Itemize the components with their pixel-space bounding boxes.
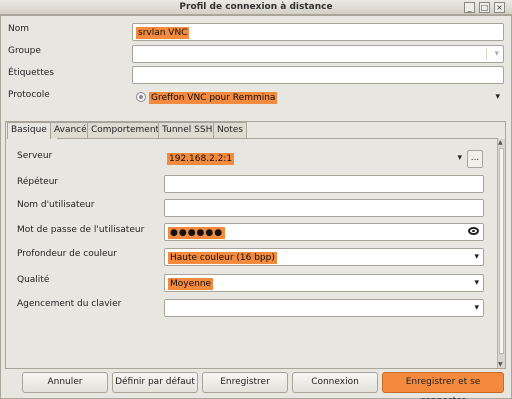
agencement-combo[interactable]: ▾: [164, 299, 484, 317]
protocole-combo[interactable]: Greffon VNC pour Remmina ▾: [132, 89, 504, 107]
combo-separator: [486, 48, 487, 60]
serveur-value: 192.168.2.2:1: [167, 153, 235, 165]
scroll-up-icon[interactable]: ▲: [498, 139, 503, 146]
chevron-down-icon[interactable]: ▾: [474, 303, 479, 313]
window-title: Profil de connexion à distance: [179, 2, 333, 12]
agencement-label: Agencement du clavier: [17, 299, 122, 309]
serveur-label: Serveur: [17, 151, 53, 161]
scroll-down-icon[interactable]: ▼: [498, 361, 503, 368]
mot-de-passe-label: Mot de passe de l'utilisateur: [17, 225, 145, 235]
nom-utilisateur-label: Nom d'utilisateur: [17, 200, 95, 210]
groupe-combo[interactable]: ▾: [132, 45, 504, 63]
browse-button[interactable]: ...: [467, 150, 483, 168]
qualite-combo[interactable]: Moyenne ▾: [164, 274, 484, 292]
chevron-down-icon[interactable]: ▾: [474, 252, 479, 262]
scrollbar[interactable]: ▲ ▼: [497, 139, 505, 368]
protocole-value: Greffon VNC pour Remmina: [149, 92, 278, 104]
tab-underline: [57, 138, 498, 139]
enregistrer-button[interactable]: Enregistrer: [202, 372, 288, 393]
chevron-down-icon[interactable]: ▾: [494, 49, 499, 59]
tab-avance[interactable]: Avancé: [50, 122, 91, 138]
serveur-combo[interactable]: 192.168.2.2:1 ▾: [164, 150, 466, 168]
minimize-icon[interactable]: _: [464, 2, 475, 13]
annuler-button[interactable]: Annuler: [22, 372, 108, 393]
tab-notes[interactable]: Notes: [213, 122, 247, 138]
chevron-down-icon[interactable]: ▾: [474, 278, 479, 288]
maximize-icon[interactable]: □: [479, 2, 490, 13]
profondeur-combo[interactable]: Haute couleur (16 bpp) ▾: [164, 248, 484, 266]
mot-de-passe-value: ●●●●●●: [168, 227, 226, 239]
repeteur-label: Répéteur: [17, 177, 59, 187]
qualite-label: Qualité: [17, 275, 50, 285]
repeteur-input[interactable]: [164, 175, 484, 193]
eye-icon[interactable]: [468, 227, 479, 235]
tab-comportement[interactable]: Comportement: [87, 122, 164, 138]
nom-label: Nom: [8, 24, 30, 34]
tab-basique[interactable]: Basique: [7, 122, 51, 139]
nom-input[interactable]: srvlan VNC: [132, 23, 504, 41]
profondeur-value: Haute couleur (16 bpp): [168, 252, 277, 264]
nom-value: srvlan VNC: [136, 27, 190, 39]
connexion-button[interactable]: Connexion: [292, 372, 378, 393]
protocole-label: Protocole: [8, 90, 50, 100]
definir-par-defaut-button[interactable]: Définir par défaut: [112, 372, 198, 393]
nom-utilisateur-input[interactable]: [164, 199, 484, 217]
tab-tunnel-ssh[interactable]: Tunnel SSH: [158, 122, 217, 138]
profondeur-label: Profondeur de couleur: [17, 249, 117, 259]
enregistrer-connecter-button[interactable]: Enregistrer et se connecter: [382, 372, 504, 399]
qualite-value: Moyenne: [168, 278, 214, 290]
plugin-icon: [136, 92, 146, 102]
etiquettes-label: Étiquettes: [8, 68, 54, 78]
close-icon[interactable]: ×: [494, 2, 505, 13]
mot-de-passe-input[interactable]: ●●●●●●: [164, 223, 484, 241]
scroll-thumb[interactable]: [499, 148, 504, 354]
groupe-label: Groupe: [8, 46, 41, 56]
title-bar: Profil de connexion à distance _ □ ×: [0, 0, 512, 15]
etiquettes-input[interactable]: [132, 66, 504, 84]
chevron-down-icon[interactable]: ▾: [495, 92, 500, 102]
chevron-down-icon[interactable]: ▾: [457, 153, 462, 163]
